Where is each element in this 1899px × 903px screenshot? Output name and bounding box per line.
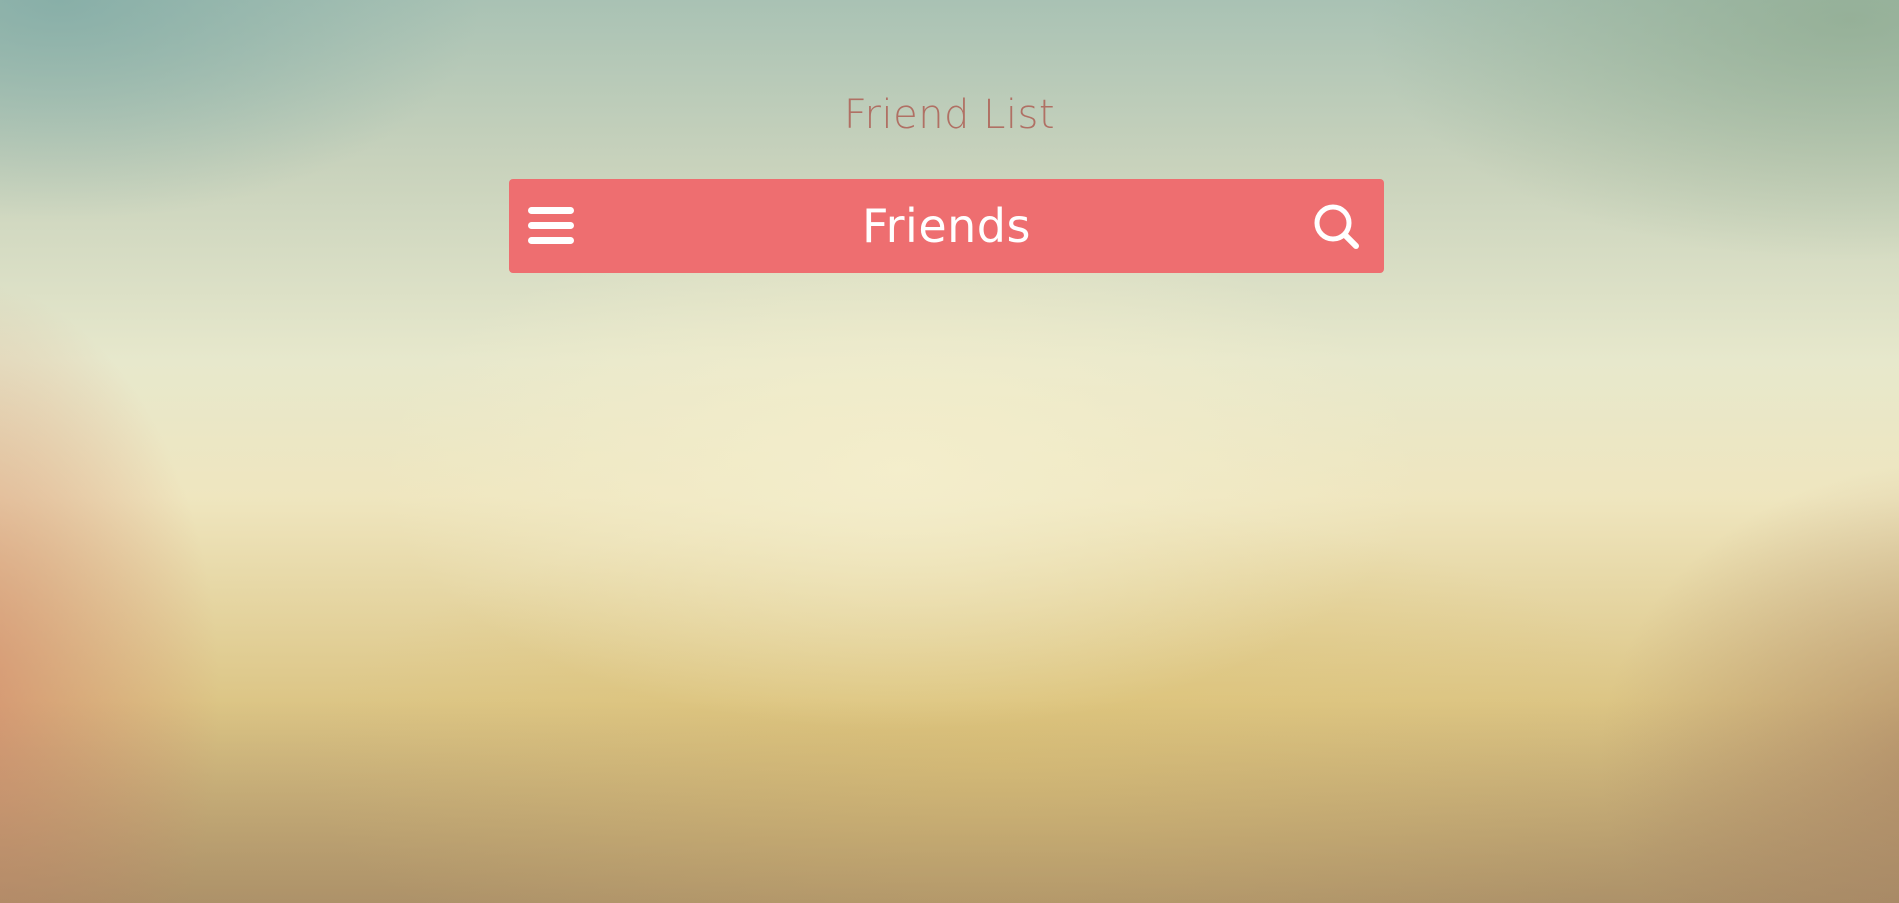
search-icon [1314,204,1359,249]
background-vignette [0,700,1899,903]
search-button[interactable] [1313,203,1363,251]
app-bar: Friends [509,179,1384,273]
page-title: Friend List [843,92,1056,138]
app-bar-title: Friends [862,199,1031,253]
